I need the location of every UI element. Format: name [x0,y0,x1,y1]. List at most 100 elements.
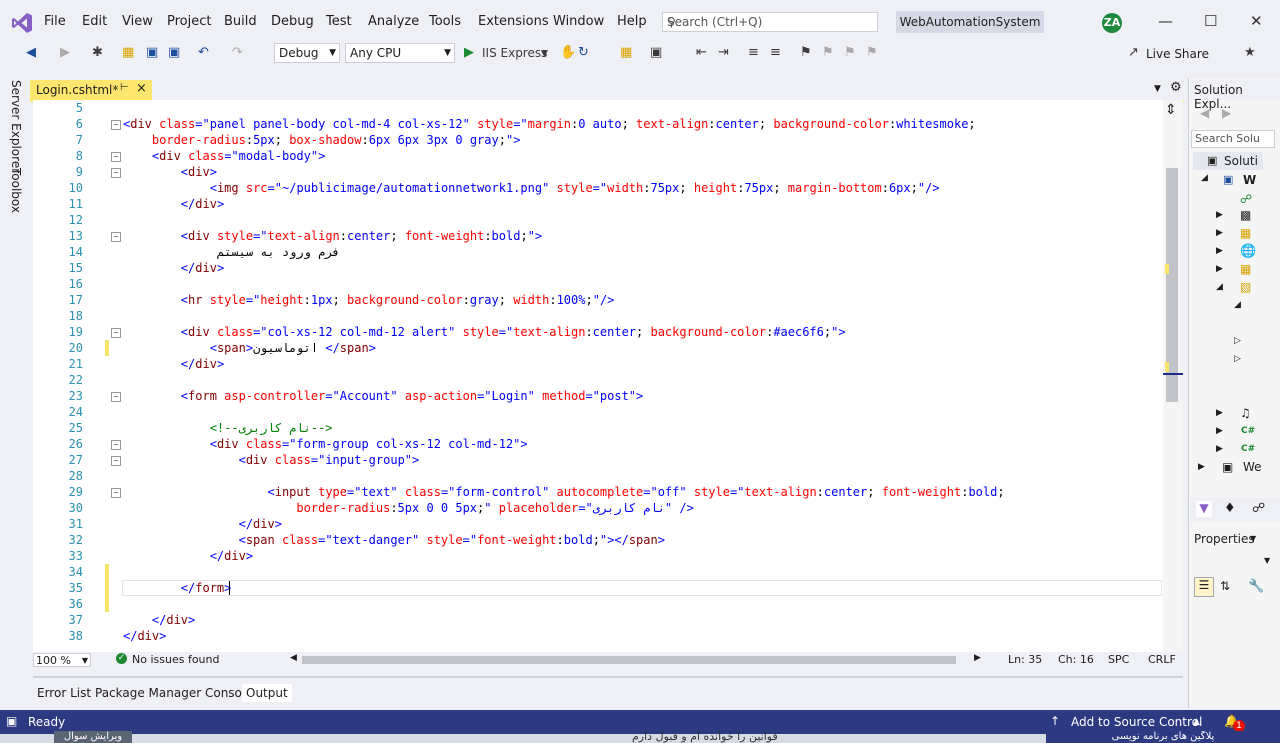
line-indicator[interactable]: Ln: 35 [1008,653,1042,666]
tree-item-solution[interactable]: ▣ Soluti [1193,152,1263,170]
menu-extensions[interactable]: Extensions [478,14,549,29]
maximize-icon[interactable]: ☐ [1204,12,1217,30]
run-target-button[interactable]: IIS Express [482,46,547,60]
new-project-icon[interactable]: ✱ [92,45,103,60]
menu-project[interactable]: Project [167,14,211,29]
screenshot-icon[interactable]: ▣ [650,45,662,60]
categorized-icon[interactable]: ☰ [1194,577,1214,597]
code-line[interactable]: 8 − <div class="modal-body"> [33,148,1163,164]
expand-arrow-icon[interactable]: ▶ [1216,264,1223,274]
wrench-icon[interactable]: 🔧 [1248,579,1264,594]
add-to-source-control-button[interactable]: Add to Source Control [1071,715,1202,729]
open-folder-icon[interactable]: ▦ [122,45,134,60]
code-line[interactable]: 10 <img src="~/publicimage/automationnet… [33,180,1163,196]
output-window-icon[interactable]: ▣ [6,714,17,728]
chevron-down-icon[interactable]: ▼ [1250,534,1256,543]
folder-icon[interactable]: ▦ [620,45,632,60]
code-line[interactable]: 28 [33,468,1163,484]
expand-arrow-icon[interactable]: ▶ [1216,246,1223,256]
toolbox-tab[interactable]: Toolbox [9,168,23,213]
expand-arrow-icon[interactable]: ▶ [1216,444,1223,454]
minimize-icon[interactable]: — [1158,12,1173,30]
pin-icon[interactable]: ⊢ [120,82,129,93]
close-tab-icon[interactable]: × [136,81,147,96]
live-share-icon[interactable]: ↗ [1128,45,1139,60]
collapse-icon[interactable]: − [111,456,121,466]
undo-icon[interactable]: ↶ [198,45,209,60]
collapse-arrow-icon[interactable]: ◢ [1216,282,1223,292]
chevron-up-icon[interactable]: ▲ [1193,717,1200,727]
git-changes-icon[interactable]: ♦ [1224,501,1236,516]
collapse-icon[interactable]: − [111,328,121,338]
code-line[interactable]: 23 − <form asp-controller="Account" asp-a… [33,388,1163,404]
horizontal-scroll-thumb[interactable] [302,656,956,664]
collapse-icon[interactable]: − [111,440,121,450]
code-line[interactable]: 12 [33,212,1163,228]
split-editor-icon[interactable]: ⇕ [1165,102,1177,118]
save-icon[interactable]: ▣ [146,45,158,60]
line-ending-indicator[interactable]: CRLF [1148,653,1176,666]
scroll-left-icon[interactable]: ◀ [290,653,297,663]
code-line[interactable]: 13 − <div style="text-align:center; font-… [33,228,1163,244]
properties-title[interactable]: Properties [1194,532,1255,546]
avatar[interactable]: ZA [1102,13,1122,33]
code-line[interactable]: 5 [33,100,1163,116]
server-explorer-tab[interactable]: Server Explorer [9,80,23,173]
collapse-icon[interactable]: − [111,152,121,162]
tab-overflow-chevron-icon[interactable]: ▼ [1154,84,1161,94]
menu-test[interactable]: Test [326,14,352,29]
code-line[interactable]: 33 </div> [33,548,1163,564]
code-line[interactable]: 22 [33,372,1163,388]
feedback-icon[interactable]: ★ [1244,45,1256,60]
team-explorer-icon[interactable]: ☍ [1252,501,1265,516]
zoom-select[interactable]: 100 % ▼ [33,653,91,667]
solution-explorer-tab-icon[interactable]: ▼ [1196,501,1212,517]
back-icon[interactable]: ◀ [26,45,36,60]
live-share-button[interactable]: Live Share [1146,47,1209,61]
expand-arrow-icon[interactable]: ▷ [1234,336,1241,346]
menu-help[interactable]: Help [617,14,647,29]
run-icon[interactable]: ▶ [464,45,474,60]
close-window-icon[interactable]: ✕ [1250,12,1263,30]
expand-arrow-icon[interactable]: ▷ [1234,354,1241,364]
code-line[interactable]: 17 <hr style="height:1px; background-col… [33,292,1163,308]
whitespace-indicator[interactable]: SPC [1108,653,1129,666]
configuration-select[interactable]: Debug ▼ [274,43,340,63]
run-target-chevron-icon[interactable]: ▼ [541,49,548,59]
code-line[interactable]: 29 − <input type="text" class="form-contr… [33,484,1163,500]
indent-icon[interactable]: ⇤ [696,45,707,60]
collapse-icon[interactable]: − [111,120,121,130]
code-line[interactable]: 38 </div> [33,628,1163,644]
forward-icon[interactable]: ▶ [60,45,70,60]
forward-icon[interactable]: ▶ [1222,106,1231,120]
expand-arrow-icon[interactable]: ▶ [1216,228,1223,238]
scroll-right-icon[interactable]: ▶ [974,653,981,663]
code-line[interactable]: 15 </div> [33,260,1163,276]
menu-file[interactable]: File [44,14,66,29]
code-line[interactable]: 30 border-radius:5px 0 0 5px;" placehold… [33,500,1163,516]
code-line[interactable]: 32 <span class="text-danger" style="font… [33,532,1163,548]
code-line[interactable]: 6 − <div class="panel panel-body col-md-4 … [33,116,1163,132]
tab-login-cshtml[interactable]: Login.cshtml* ⊢ × [30,80,152,100]
collapse-icon[interactable]: − [111,168,121,178]
code-line[interactable]: 36 [33,596,1163,612]
code-line[interactable]: 14 فرم ورود به سیستم [33,244,1163,260]
uncomment-icon[interactable]: ≡ [770,45,781,60]
menu-view[interactable]: View [122,14,153,29]
code-line[interactable]: 20 <span>اتوماسیون </span> [33,340,1163,356]
code-line[interactable]: 11 </div> [33,196,1163,212]
tab-output[interactable]: Output [242,684,292,702]
expand-arrow-icon[interactable]: ▶ [1198,462,1205,472]
redo-icon[interactable]: ↷ [232,45,243,60]
code-line[interactable]: 27 − <div class="input-group"> [33,452,1163,468]
menu-debug[interactable]: Debug [271,14,314,29]
code-line[interactable]: 24 [33,404,1163,420]
tree-item-project[interactable]: ◢ ▣ W [1193,171,1263,189]
alphabetical-icon[interactable]: ⇅ [1220,579,1230,593]
bookmark-next-icon[interactable]: ⚑ [844,45,856,60]
collapse-icon[interactable]: − [111,392,121,402]
settings-gear-icon[interactable]: ⚙ [1170,80,1182,95]
menu-window[interactable]: Window [553,14,604,29]
menu-build[interactable]: Build [224,14,257,29]
code-line[interactable]: 35 </form> [33,580,1163,596]
